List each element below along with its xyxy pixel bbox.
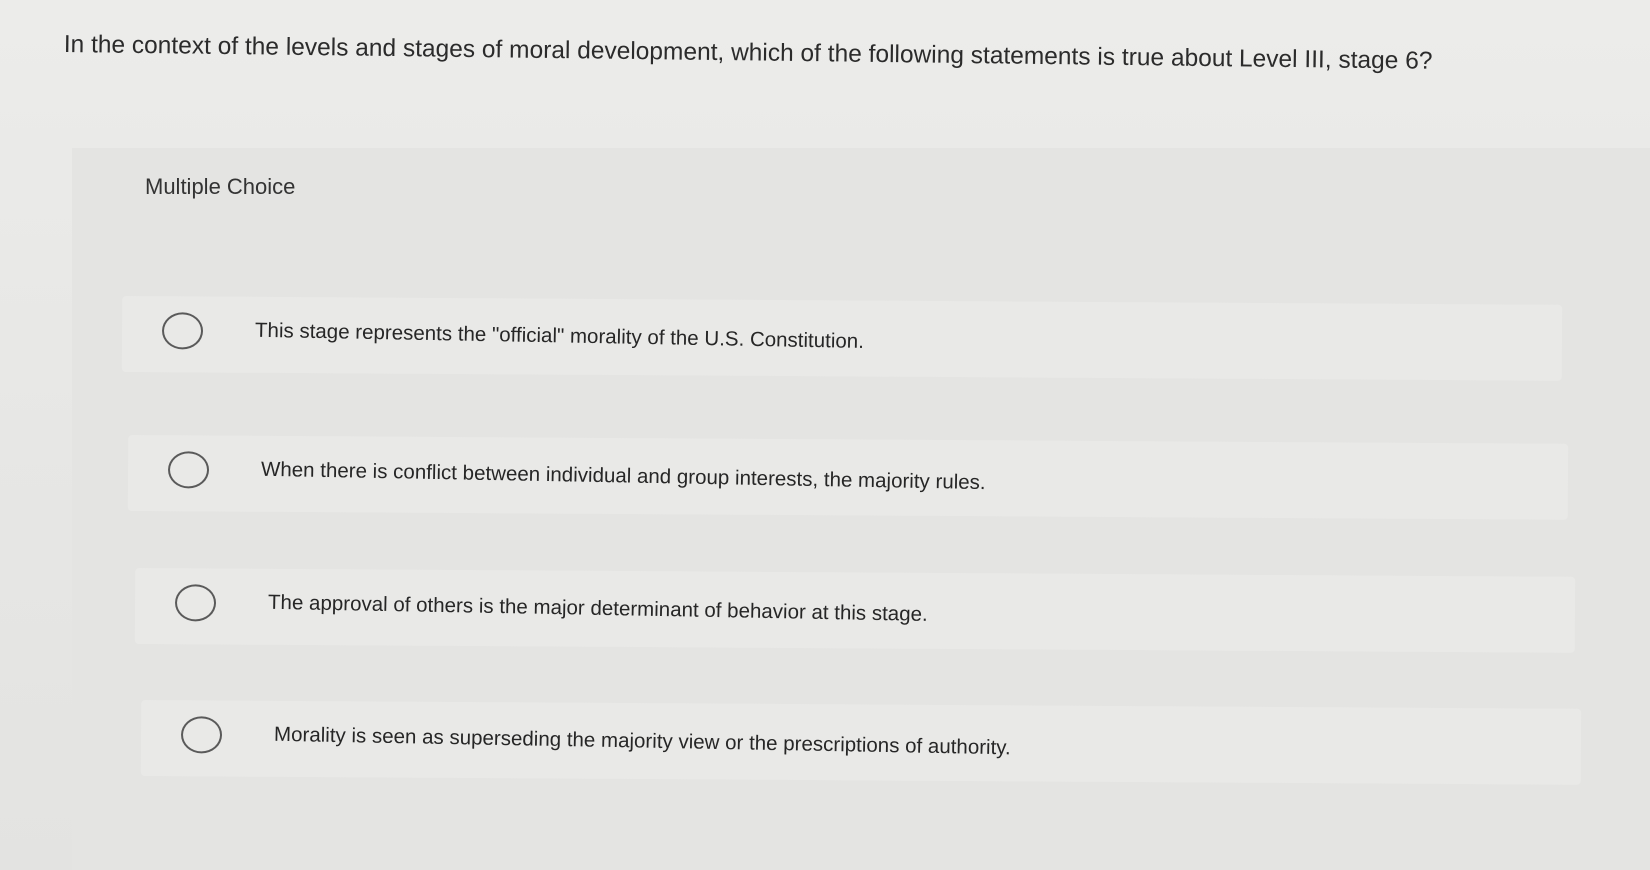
radio-button-4[interactable] <box>180 716 223 754</box>
answer-option-4[interactable]: Morality is seen as superseding the majo… <box>140 700 1582 785</box>
answer-option-2[interactable]: When there is conflict between individua… <box>127 435 1569 520</box>
radio-button-2[interactable] <box>167 451 210 489</box>
answer-option-1-text: This stage represents the "official" mor… <box>254 318 865 353</box>
answer-option-4-text: Morality is seen as superseding the majo… <box>273 722 1011 760</box>
answer-option-2-text: When there is conflict between individua… <box>260 457 986 495</box>
radio-button-3[interactable] <box>174 584 217 622</box>
answer-option-3[interactable]: The approval of others is the major dete… <box>134 568 1576 653</box>
multiple-choice-panel: Multiple Choice This stage represents th… <box>72 148 1650 870</box>
answer-option-3-text: The approval of others is the major dete… <box>267 590 928 626</box>
question-type-label: Multiple Choice <box>145 174 296 199</box>
radio-button-1[interactable] <box>161 312 204 350</box>
answer-option-1[interactable]: This stage represents the "official" mor… <box>121 296 1563 381</box>
question-text: In the context of the levels and stages … <box>63 30 1433 75</box>
